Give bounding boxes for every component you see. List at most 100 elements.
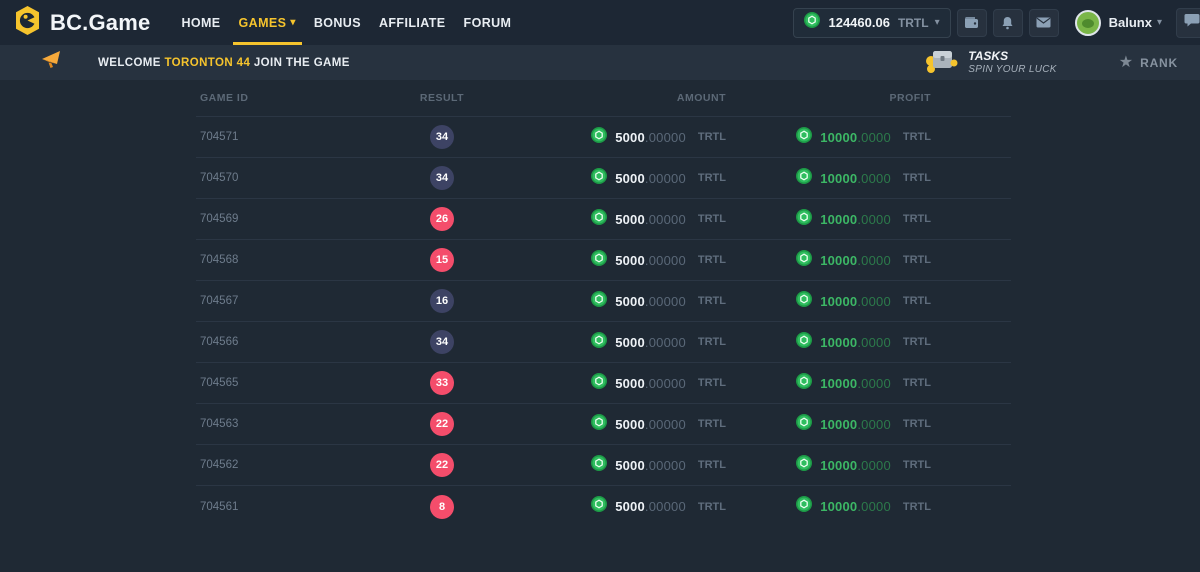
coin-icon [796,332,812,353]
amount-int: 5000 [615,171,645,186]
banner-right: TASKS SPIN YOUR LUCK ★ RANK [924,47,1178,79]
notifications-button[interactable] [993,9,1023,37]
treasure-chest-icon [924,47,958,79]
amount-int: 5000 [615,294,645,309]
profit-dec: .0000 [857,335,891,350]
avatar [1075,10,1101,36]
table-row[interactable]: 704571 34 5000.00000 TRTL [196,117,1011,158]
table-row[interactable]: 704567 16 5000.00000 TRTL [196,281,1011,322]
game-id: 704562 [196,459,406,471]
nav-item-label: FORUM [464,16,512,30]
game-id: 704565 [196,377,406,389]
game-id: 704569 [196,213,406,225]
profit-int: 10000 [820,458,857,473]
profit-currency: TRTL [903,501,931,513]
table-body: 704571 34 5000.00000 TRTL [196,117,1011,527]
amount-value: 5000.00000 [615,171,686,186]
messages-button[interactable] [1029,9,1059,37]
wallet-button[interactable] [957,9,987,37]
profit-dec: .0000 [857,458,891,473]
amount-value: 5000.00000 [615,335,686,350]
table-row[interactable]: 704568 15 5000.00000 TRTL [196,240,1011,281]
nav-item-forum[interactable]: FORUM [455,0,521,45]
envelope-icon [1036,17,1051,28]
amount-cell: 5000.00000 TRTL [478,414,726,435]
amount-currency: TRTL [698,213,726,225]
main-content: GAME ID RESULT AMOUNT PROFIT 704571 34 5… [0,80,1200,527]
profit-dec: .0000 [857,376,891,391]
amount-dec: .00000 [645,294,686,309]
table-row[interactable]: 704561 8 5000.00000 TRTL [196,486,1011,527]
result-badge: 15 [430,248,454,272]
nav-item-bonus[interactable]: BONUS [305,0,370,45]
tasks-widget[interactable]: TASKS SPIN YOUR LUCK [924,47,1056,79]
profit-cell: 10000.0000 TRTL [726,127,931,148]
amount-int: 5000 [615,212,645,227]
profit-dec: .0000 [857,294,891,309]
amount-int: 5000 [615,335,645,350]
coin-icon [796,414,812,435]
amount-dec: .00000 [645,130,686,145]
coin-icon [796,209,812,230]
result-cell: 15 [406,248,478,272]
header-result: RESULT [406,92,478,104]
user-menu[interactable]: Balunx ▾ [1075,10,1162,36]
balance-amount: 124460.06 [828,15,889,30]
profit-value: 10000.0000 [820,130,891,145]
result-cell: 22 [406,412,478,436]
profit-value: 10000.0000 [820,253,891,268]
profit-dec: .0000 [857,212,891,227]
coin-icon [591,209,607,230]
table-row[interactable]: 704570 34 5000.00000 TRTL [196,158,1011,199]
profit-int: 10000 [820,294,857,309]
profit-currency: TRTL [903,172,931,184]
profit-int: 10000 [820,376,857,391]
profit-cell: 10000.0000 TRTL [726,168,931,189]
game-id: 704566 [196,336,406,348]
table-row[interactable]: 704566 34 5000.00000 TRTL [196,322,1011,363]
amount-currency: TRTL [698,377,726,389]
coin-icon [796,127,812,148]
table-row[interactable]: 704565 33 5000.00000 TRTL [196,363,1011,404]
profit-int: 10000 [820,335,857,350]
coin-icon [796,496,812,517]
game-id: 704563 [196,418,406,430]
amount-cell: 5000.00000 TRTL [478,127,726,148]
balance-selector[interactable]: 124460.06 TRTL ▾ [793,8,950,38]
game-id: 704570 [196,172,406,184]
nav-item-affiliate[interactable]: AFFILIATE [370,0,455,45]
profit-dec: .0000 [857,499,891,514]
nav-item-label: BONUS [314,16,361,30]
profit-value: 10000.0000 [820,417,891,432]
nav-item-label: AFFILIATE [379,16,446,30]
result-cell: 26 [406,207,478,231]
user-name: Balunx [1109,15,1152,30]
welcome-username: TORONTON 44 [164,57,250,69]
tasks-subtitle: SPIN YOUR LUCK [968,64,1056,77]
amount-value: 5000.00000 [615,212,686,227]
amount-value: 5000.00000 [615,294,686,309]
rank-widget[interactable]: ★ RANK [1119,55,1178,71]
profit-int: 10000 [820,253,857,268]
amount-dec: .00000 [645,335,686,350]
profit-value: 10000.0000 [820,171,891,186]
table-row[interactable]: 704563 22 5000.00000 TRTL [196,404,1011,445]
amount-value: 5000.00000 [615,253,686,268]
result-badge: 34 [430,330,454,354]
amount-cell: 5000.00000 TRTL [478,168,726,189]
table-row[interactable]: 704569 26 5000.00000 TRTL [196,199,1011,240]
table-row[interactable]: 704562 22 5000.00000 TRTL [196,445,1011,486]
profit-cell: 10000.0000 TRTL [726,332,931,353]
chat-button[interactable]: 10 [1176,8,1200,38]
amount-cell: 5000.00000 TRTL [478,250,726,271]
header-amount: AMOUNT [478,92,726,104]
amount-int: 5000 [615,499,645,514]
bet-history-table: GAME ID RESULT AMOUNT PROFIT 704571 34 5… [196,80,1011,527]
brand-logo[interactable]: BC.Game [14,5,150,41]
nav-item-home[interactable]: HOME [172,0,229,45]
nav-item-games[interactable]: GAMES ▾ [230,0,305,45]
amount-currency: TRTL [698,459,726,471]
main-nav: HOME GAMES ▾ BONUS AFFILIATE FORUM [172,0,520,45]
profit-currency: TRTL [903,131,931,143]
amount-currency: TRTL [698,501,726,513]
